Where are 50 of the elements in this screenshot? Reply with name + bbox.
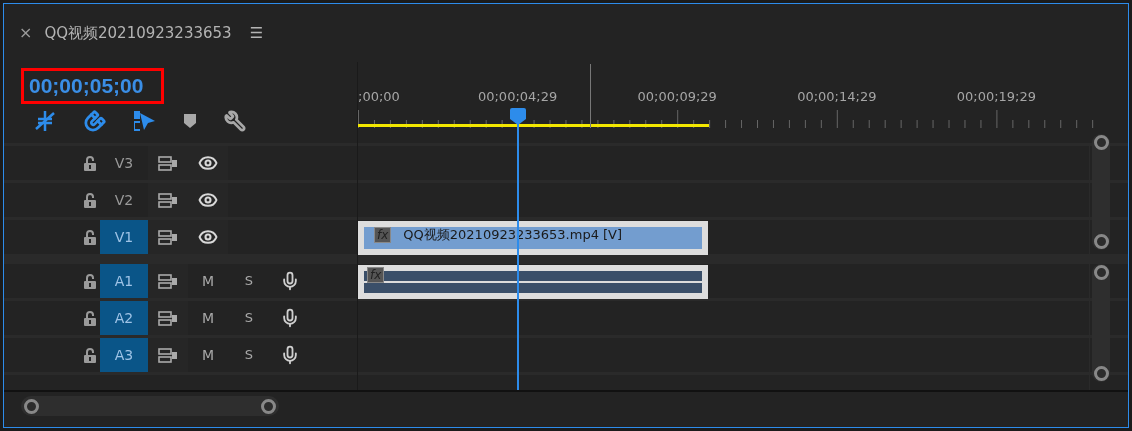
track-output-icon[interactable] xyxy=(158,155,178,171)
scroll-handle[interactable] xyxy=(1093,366,1109,381)
marker-icon[interactable] xyxy=(184,114,196,128)
mute-button[interactable]: M xyxy=(197,344,219,366)
microphone-icon[interactable] xyxy=(280,308,300,328)
timecode-display[interactable]: 00;00;05;00 xyxy=(21,68,164,104)
eye-icon[interactable] xyxy=(198,190,218,210)
time-ruler-label: 00;00;09;29 xyxy=(637,88,717,106)
mute-button[interactable]: M xyxy=(197,270,219,292)
lock-icon[interactable] xyxy=(83,310,96,326)
scroll-handle[interactable] xyxy=(261,398,276,414)
time-ruler-label: 00;00;04;29 xyxy=(477,88,558,106)
nest-sequence-icon[interactable] xyxy=(34,111,56,131)
time-ruler-label: ;00;00 xyxy=(358,88,400,106)
solo-button[interactable]: S xyxy=(240,308,258,328)
track-target-toggle[interactable]: V1 xyxy=(100,220,148,254)
scroll-handle[interactable] xyxy=(24,398,39,414)
solo-button[interactable]: S xyxy=(240,345,258,365)
playhead-handle[interactable] xyxy=(510,108,526,125)
track-target-toggle[interactable]: A3 xyxy=(100,338,148,372)
scroll-handle[interactable] xyxy=(1093,135,1109,150)
track-output-icon[interactable] xyxy=(158,192,178,208)
scroll-handle[interactable] xyxy=(1093,234,1109,249)
clip-name: QQ视频20210923233653.mp4 [V] xyxy=(403,227,623,243)
magnet-icon[interactable] xyxy=(84,110,106,132)
time-ruler-label: 00;00;19;29 xyxy=(956,88,1037,106)
lock-icon[interactable] xyxy=(83,192,96,208)
track-target-toggle[interactable]: A1 xyxy=(100,264,148,298)
lock-icon[interactable] xyxy=(83,273,96,289)
lock-icon[interactable] xyxy=(83,155,96,171)
panel-title: QQ视频20210923233653 xyxy=(44,22,232,44)
panel-menu-button[interactable]: ☰ xyxy=(249,21,264,45)
eye-icon[interactable] xyxy=(198,153,218,173)
lock-icon[interactable] xyxy=(83,229,96,245)
mute-button[interactable]: M xyxy=(197,307,219,329)
linked-selection-icon[interactable] xyxy=(134,111,156,131)
solo-button[interactable]: S xyxy=(240,271,258,291)
time-ruler-label: 00;00;14;29 xyxy=(797,88,877,106)
track-target-toggle[interactable]: A2 xyxy=(100,301,148,335)
track-output-icon[interactable] xyxy=(158,347,178,363)
wrench-icon[interactable] xyxy=(224,110,246,132)
close-button[interactable]: × xyxy=(19,21,33,45)
scroll-handle[interactable] xyxy=(1093,265,1109,280)
track-output-icon[interactable] xyxy=(158,273,178,289)
track-output-icon[interactable] xyxy=(158,310,178,326)
eye-icon[interactable] xyxy=(198,227,218,247)
lock-icon[interactable] xyxy=(83,347,96,363)
microphone-icon[interactable] xyxy=(280,271,300,291)
track-output-icon[interactable] xyxy=(158,229,178,245)
microphone-icon[interactable] xyxy=(280,345,300,365)
